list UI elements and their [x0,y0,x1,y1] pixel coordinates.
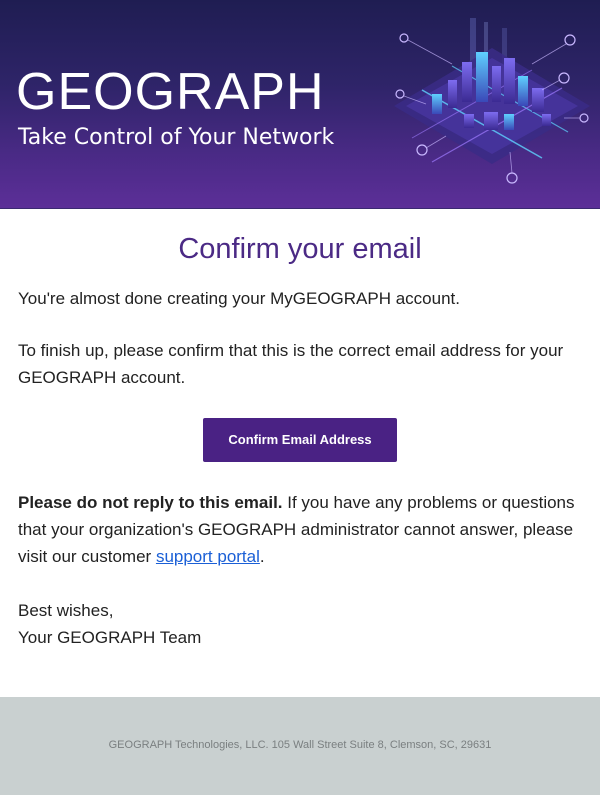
email-page: GEOGRAPH Take Control of Your Network Co… [0,0,600,795]
footer-address: GEOGRAPH Technologies, LLC. 105 Wall Str… [108,739,492,751]
support-portal-link[interactable]: support portal [156,547,260,566]
network-city-illustration [394,18,590,184]
signoff: Best wishes, Your GEOGRAPH Team [18,597,582,651]
instruction-text: To finish up, please confirm that this i… [18,341,564,387]
footer: GEOGRAPH Technologies, LLC. 105 Wall Str… [0,697,600,795]
button-container: Confirm Email Address [18,418,582,462]
email-body: Confirm your email You're almost done cr… [0,209,600,651]
notice-text: Please do not reply to this email. If yo… [18,489,582,570]
page-title: Confirm your email [178,233,422,265]
tagline: Take Control of Your Network [18,125,335,150]
confirm-email-button[interactable]: Confirm Email Address [203,418,397,462]
intro-text: You're almost done creating your MyGEOGR… [18,289,460,308]
notice-bold-text: Please do not reply to this email. [18,493,283,512]
header-banner: GEOGRAPH Take Control of Your Network [0,0,600,209]
brand-logo: GEOGRAPH [16,63,325,121]
closing-text: Best wishes, [18,601,114,620]
notice-end-text: . [259,547,265,566]
signature-text: Your GEOGRAPH Team [18,628,202,647]
